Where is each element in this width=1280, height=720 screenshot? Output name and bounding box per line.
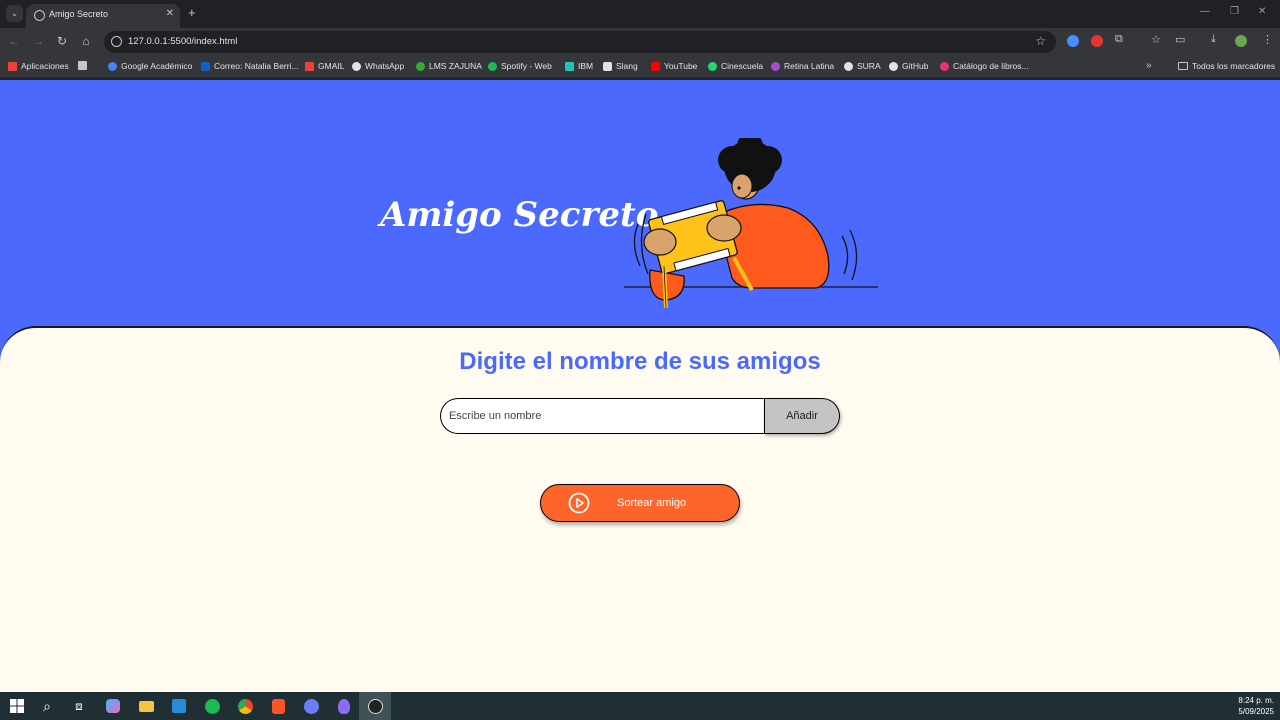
adblock-icon[interactable] <box>1091 35 1103 47</box>
ibm-icon <box>565 61 574 71</box>
person-with-gift-illustration <box>624 138 878 309</box>
extension-icon[interactable] <box>1067 35 1079 47</box>
lms-icon <box>416 61 425 71</box>
bookmark-item[interactable]: IBM <box>565 61 593 71</box>
reading-list-icon[interactable]: ▭ <box>1175 33 1185 46</box>
address-bar[interactable]: 127.0.0.1:5500/index.html ☆ <box>104 31 1056 53</box>
bookmark-item[interactable]: Catálogo de libros... <box>940 61 1029 71</box>
more-bookmarks-icon[interactable]: » <box>1146 60 1152 71</box>
profile-avatar[interactable] <box>1235 35 1247 47</box>
outlook-icon <box>201 61 210 71</box>
bookmark-item[interactable]: GMAIL <box>305 61 344 71</box>
app-icon[interactable] <box>335 697 353 715</box>
catalog-icon <box>940 61 949 71</box>
close-window-icon[interactable]: ✕ <box>1258 6 1266 17</box>
download-icon[interactable]: ⤓ <box>1211 33 1216 46</box>
clock-time: 8:24 p. m. <box>1238 696 1274 705</box>
add-button[interactable]: Añadir <box>764 398 840 434</box>
globe-icon <box>34 10 45 21</box>
play-circle-icon <box>568 492 590 514</box>
sura-icon <box>844 61 853 71</box>
search-icon[interactable]: ⌕ <box>38 697 56 715</box>
tab-strip: ⌄ Amigo Secreto ✕ + — ❐ ✕ <box>0 0 1280 28</box>
bookmark-item[interactable]: LMS ZAJUNA <box>416 61 482 71</box>
taskbar: ⌕ ⧈ 8:24 p. m. 5/09/2025 <box>0 692 1280 720</box>
forward-icon[interactable]: → <box>30 34 46 48</box>
section-title: Digite el nombre de sus amigos <box>459 348 821 375</box>
bookmark-item[interactable]: Aplicaciones <box>8 61 69 71</box>
file-explorer-icon[interactable] <box>137 697 155 715</box>
tab-search-button[interactable]: ⌄ <box>6 5 23 22</box>
task-view-icon[interactable]: ⧈ <box>70 697 88 715</box>
bookmarks-bar: Aplicaciones Google Académico Correo: Na… <box>0 56 1280 78</box>
tab-title: Amigo Secreto <box>49 9 109 19</box>
github-icon <box>889 61 898 71</box>
bookmark-item[interactable]: WhatsApp <box>352 61 404 71</box>
minimize-icon[interactable]: — <box>1200 6 1210 17</box>
folder-icon <box>1178 62 1188 70</box>
reload-icon[interactable]: ↻ <box>54 34 70 48</box>
site-info-icon[interactable] <box>111 36 122 47</box>
spotify-icon <box>488 61 497 71</box>
bookmarks-icon[interactable]: ☆ <box>1151 33 1161 46</box>
bookmark-item[interactable]: Retina Latina <box>771 61 834 71</box>
bookmark-item[interactable]: YouTube <box>651 61 697 71</box>
url-text: 127.0.0.1:5500/index.html <box>128 36 238 47</box>
start-windows-icon[interactable] <box>8 697 26 715</box>
copilot-icon[interactable] <box>104 697 122 715</box>
scholar-icon <box>108 61 117 71</box>
whatsapp-icon <box>352 61 361 71</box>
bookmark-item[interactable]: Google Académico <box>108 61 192 71</box>
brave-icon[interactable] <box>269 697 287 715</box>
spotify-icon[interactable] <box>203 697 221 715</box>
slang-icon <box>603 61 612 71</box>
bookmark-item[interactable]: Cinescuela <box>708 61 763 71</box>
youtube-icon <box>651 61 660 71</box>
all-bookmarks-folder[interactable]: Todos los marcadores <box>1178 61 1275 71</box>
name-input[interactable] <box>440 398 766 434</box>
bookmark-item[interactable]: GitHub <box>889 61 928 71</box>
draw-friend-button[interactable]: Sortear amigo <box>540 484 740 522</box>
bookmark-item[interactable]: Spotify - Web <box>488 61 552 71</box>
draw-button-label: Sortear amigo <box>617 497 687 509</box>
gmail-icon <box>305 61 314 71</box>
more-menu-icon[interactable]: ⋮ <box>1262 33 1273 46</box>
hero-title: Amigo Secreto <box>380 195 659 235</box>
page-viewport: Amigo Secreto Digite el nombre de sus am… <box>0 80 1280 692</box>
close-tab-icon[interactable]: ✕ <box>166 8 174 19</box>
main-content-card: Digite el nombre de sus amigos Añadir So… <box>0 326 1280 692</box>
retina-icon <box>771 61 780 71</box>
bookmark-star-icon[interactable]: ☆ <box>1035 34 1046 48</box>
obs-icon[interactable] <box>366 697 384 715</box>
chrome-icon[interactable] <box>236 697 254 715</box>
bookmark-item[interactable]: SURA <box>844 61 881 71</box>
bookmark-item[interactable]: Slang <box>603 61 638 71</box>
cinescuela-icon <box>708 61 717 71</box>
grid-icon[interactable] <box>78 61 91 70</box>
restore-icon[interactable]: ❐ <box>1230 6 1239 17</box>
clock-date: 5/09/2025 <box>1238 707 1274 716</box>
back-icon[interactable]: ← <box>6 34 22 48</box>
messenger-icon[interactable] <box>302 697 320 715</box>
home-icon[interactable]: ⌂ <box>78 34 94 48</box>
new-tab-button[interactable]: + <box>188 5 196 20</box>
bookmark-item[interactable]: Correo: Natalia Berri... <box>201 61 299 71</box>
browser-tab[interactable]: Amigo Secreto ✕ <box>26 4 180 28</box>
extensions-puzzle-icon[interactable]: ⧉ <box>1115 33 1123 46</box>
browser-toolbar: ← → ↻ ⌂ 127.0.0.1:5500/index.html ☆ ⧉ ☆ … <box>0 28 1280 56</box>
vscode-icon[interactable] <box>170 697 188 715</box>
system-clock[interactable]: 8:24 p. m. 5/09/2025 <box>1238 695 1274 717</box>
apps-grid-icon <box>8 61 17 71</box>
